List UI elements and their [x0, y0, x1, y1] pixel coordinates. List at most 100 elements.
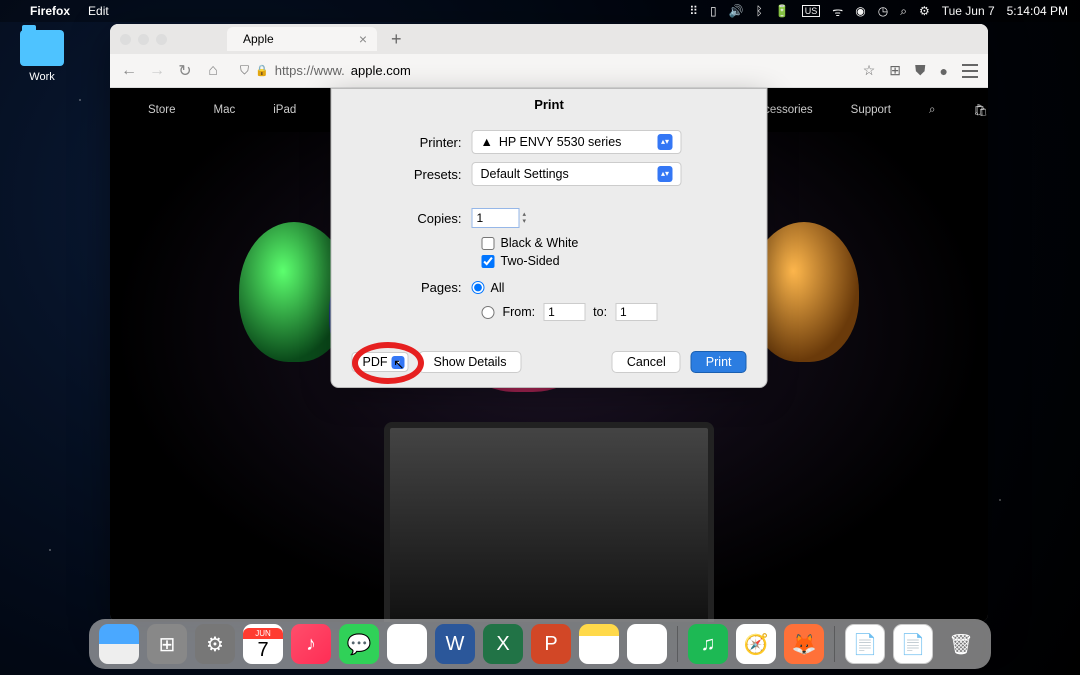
dock: ⊞ ⚙ JUN7 ♪ 💬 ◉ W X P ✱ ♫ 🧭 🦊 📄 📄 🗑 — [89, 619, 991, 669]
window-minimize[interactable] — [138, 34, 149, 45]
copies-input[interactable] — [472, 208, 520, 228]
lock-icon[interactable]: 🔒 — [255, 64, 269, 77]
tab-close-icon[interactable]: × — [359, 31, 367, 47]
select-arrows-icon: ▴▾ — [658, 166, 673, 182]
dock-messages[interactable]: 💬 — [339, 624, 379, 664]
pages-all-radio[interactable] — [472, 281, 485, 294]
menubar-date[interactable]: Tue Jun 7 — [942, 4, 995, 18]
cal-month: JUN — [243, 628, 283, 639]
dock-finder[interactable] — [99, 624, 139, 664]
hamburger-menu[interactable] — [962, 64, 978, 78]
printer-label: Printer: — [352, 135, 472, 150]
black-white-checkbox[interactable] — [482, 237, 495, 250]
volume-icon[interactable]: 🔊 — [729, 4, 744, 18]
dock-calendar[interactable]: JUN7 — [243, 624, 283, 664]
chevron-down-icon: ▾ — [392, 356, 405, 369]
dock-chrome[interactable]: ◉ — [387, 624, 427, 664]
nav-search-icon[interactable]: ⌕ — [929, 104, 935, 117]
printer-select[interactable]: ▲HP ENVY 5530 series ▴▾ — [472, 130, 682, 154]
from-input[interactable] — [543, 303, 585, 321]
menubar: Firefox Edit ⠿ ▯ 🔊 ᛒ 🔋 US ᯤ ◉ ◷ ⌕ ⚙ Tue … — [0, 0, 1080, 22]
back-button[interactable]: ← — [120, 62, 138, 80]
pdf-label: PDF — [363, 355, 388, 369]
window-zoom[interactable] — [156, 34, 167, 45]
print-dialog: Print Printer: ▲HP ENVY 5530 series ▴▾ P… — [331, 88, 768, 388]
black-white-label: Black & White — [501, 236, 579, 250]
edit-menu[interactable]: Edit — [88, 4, 109, 18]
bluetooth-icon[interactable]: ᛒ — [756, 4, 763, 18]
reload-button[interactable]: ↻ — [176, 61, 194, 81]
forward-button[interactable]: → — [148, 62, 166, 80]
dock-safari[interactable]: 🧭 — [736, 624, 776, 664]
dock-powerpoint[interactable]: P — [531, 624, 571, 664]
nav-item-support[interactable]: Support — [851, 104, 891, 116]
pages-from-radio[interactable] — [482, 306, 495, 319]
show-details-button[interactable]: Show Details — [419, 351, 522, 373]
browser-tab[interactable]: Apple × — [227, 27, 377, 51]
dock-launchpad[interactable]: ⊞ — [147, 624, 187, 664]
dropbox-icon[interactable]: ⠿ — [689, 4, 698, 18]
copies-stepper[interactable]: ▴▾ — [523, 211, 533, 225]
sync-icon[interactable]: ▯ — [710, 4, 717, 18]
presets-value: Default Settings — [481, 167, 569, 181]
to-input[interactable] — [615, 303, 657, 321]
home-button[interactable]: ⌂ — [204, 62, 222, 80]
pocket-icon[interactable]: ⛊ — [915, 62, 926, 79]
dock-document[interactable]: 📄 — [845, 624, 885, 664]
control-center-icon[interactable]: ⚙ — [919, 4, 930, 18]
url-prefix: https://www. — [275, 63, 345, 78]
dock-document2[interactable]: 📄 — [893, 624, 933, 664]
dock-notes[interactable] — [579, 624, 619, 664]
window-close[interactable] — [120, 34, 131, 45]
macbook — [369, 422, 729, 622]
work-folder[interactable]: Work — [20, 30, 64, 83]
two-sided-label: Two-Sided — [501, 254, 560, 268]
nav-item-mac[interactable]: Mac — [214, 104, 236, 116]
bookmark-icon[interactable]: ☆ — [863, 62, 876, 79]
tab-bar: Apple × + — [110, 24, 988, 54]
dock-excel[interactable]: X — [483, 624, 523, 664]
dock-trash[interactable]: 🗑 — [941, 624, 981, 664]
dock-slack[interactable]: ✱ — [627, 624, 667, 664]
pages-all-label: All — [491, 281, 505, 295]
nav-bag-icon[interactable]: 🛍 — [973, 103, 988, 117]
print-button[interactable]: Print — [691, 351, 747, 373]
dock-word[interactable]: W — [435, 624, 475, 664]
nav-item-ipad[interactable]: iPad — [273, 104, 296, 116]
tab-title: Apple — [243, 32, 274, 46]
clock-icon[interactable]: ◷ — [878, 4, 888, 18]
presets-label: Presets: — [352, 167, 472, 182]
user-icon[interactable]: ◉ — [855, 4, 865, 18]
dock-firefox[interactable]: 🦊 — [784, 624, 824, 664]
new-tab-button[interactable]: + — [391, 29, 402, 50]
to-label: to: — [593, 305, 607, 319]
profile-icon[interactable]: ● — [940, 63, 948, 79]
url-host: apple.com — [351, 63, 411, 78]
select-arrows-icon: ▴▾ — [658, 134, 673, 150]
url-field[interactable]: ⛉ 🔒 https://www. apple.com — [232, 63, 853, 78]
from-label: From: — [503, 305, 536, 319]
wifi-icon[interactable]: ᯤ — [832, 3, 843, 20]
cancel-button[interactable]: Cancel — [612, 351, 681, 373]
two-sided-checkbox[interactable] — [482, 255, 495, 268]
dock-music[interactable]: ♪ — [291, 624, 331, 664]
presets-select[interactable]: Default Settings ▴▾ — [472, 162, 682, 186]
printer-value: HP ENVY 5530 series — [499, 135, 622, 149]
dock-settings[interactable]: ⚙ — [195, 624, 235, 664]
shield-icon[interactable]: ⛉ — [240, 63, 249, 78]
dock-separator — [834, 626, 835, 662]
page-content: Store Mac iPad iPhone Watch AirPods TV &… — [110, 88, 988, 622]
nav-item-store[interactable]: Store — [148, 104, 176, 116]
copies-label: Copies: — [352, 211, 472, 226]
pages-label: Pages: — [352, 280, 472, 295]
input-source[interactable]: US — [802, 5, 821, 17]
battery-icon[interactable]: 🔋 — [775, 4, 790, 18]
folder-icon — [20, 30, 64, 66]
search-icon[interactable]: ⌕ — [900, 4, 907, 19]
pdf-dropdown[interactable]: PDF ▾ — [352, 352, 409, 372]
dock-spotify[interactable]: ♫ — [688, 624, 728, 664]
menubar-time[interactable]: 5:14:04 PM — [1007, 4, 1068, 18]
cal-day: 7 — [257, 639, 268, 662]
app-name[interactable]: Firefox — [30, 4, 70, 18]
extension-icon[interactable]: ⊞ — [889, 62, 901, 79]
